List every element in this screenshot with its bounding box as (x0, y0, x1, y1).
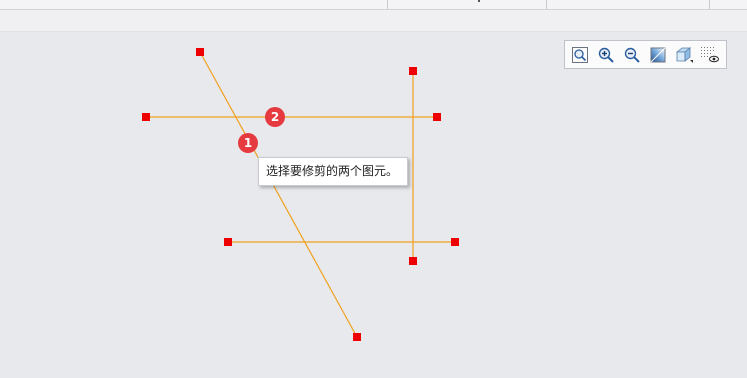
endpoint-handle[interactable] (224, 238, 232, 246)
menu-separator (709, 0, 710, 9)
menu-separator (387, 0, 388, 9)
display-settings-button[interactable] (699, 44, 721, 66)
sketch-drawing[interactable] (0, 32, 747, 378)
step-badge-2: 2 (265, 107, 285, 127)
menu-marker (478, 0, 480, 2)
step-badge-1: 1 (238, 133, 258, 153)
view-toolbar (564, 40, 727, 69)
endpoint-handle[interactable] (451, 238, 459, 246)
display-settings-icon (701, 46, 719, 62)
endpoint-handle[interactable] (196, 48, 204, 56)
zoom-fit-button[interactable] (569, 44, 591, 66)
menu-separator (546, 0, 547, 9)
endpoint-handle[interactable] (142, 113, 150, 121)
sub-toolbar (0, 10, 747, 32)
shading-button[interactable] (647, 44, 669, 66)
zoom-in-icon (598, 47, 614, 63)
drawing-canvas[interactable] (0, 32, 747, 378)
zoom-fit-icon (572, 46, 588, 63)
top-menu-bar (0, 0, 747, 10)
endpoint-handle[interactable] (409, 257, 417, 265)
zoom-out-icon (624, 47, 640, 63)
instruction-tooltip: 选择要修剪的两个图元。 (258, 157, 408, 186)
shading-icon (650, 47, 666, 62)
endpoint-handle[interactable] (433, 113, 441, 121)
endpoint-handle[interactable] (409, 67, 417, 75)
endpoint-handle[interactable] (353, 333, 361, 341)
view-cube-icon (675, 46, 693, 63)
view-cube-button[interactable] (673, 44, 695, 66)
sketch-line-diagonal[interactable] (199, 51, 358, 338)
zoom-out-button[interactable] (621, 44, 643, 66)
zoom-in-button[interactable] (595, 44, 617, 66)
